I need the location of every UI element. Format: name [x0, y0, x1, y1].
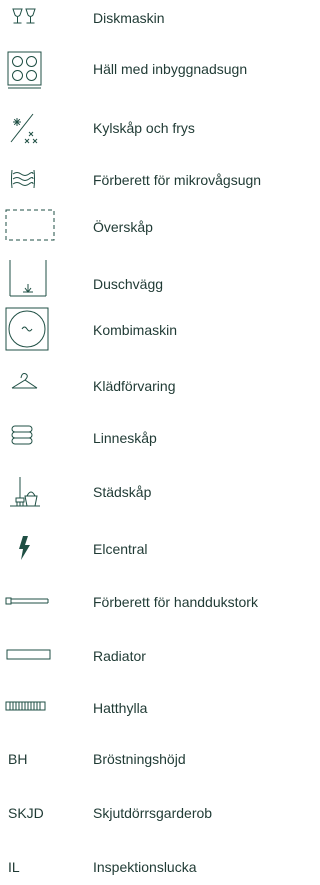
legend-item-shower-wall: Duschvägg [0, 260, 300, 298]
linen-cabinet-icon [0, 420, 60, 456]
legend-label: Häll med inbyggnadsugn [93, 61, 248, 77]
legend-item-hob: Häll med inbyggnadsugn [0, 49, 300, 89]
clothes-hanger-icon [0, 368, 60, 404]
legend-label: Inspektionslucka [93, 859, 197, 875]
radiator-icon [0, 638, 60, 674]
wall-cabinet-icon [0, 209, 60, 245]
legend-label: Kombimaskin [93, 322, 178, 338]
legend-item-clothes: Klädförvaring [0, 368, 300, 404]
legend-label: Hatthylla [93, 700, 148, 716]
legend-item-bh: BH Bröstningshöjd [0, 741, 300, 777]
dishwasher-icon [0, 0, 60, 36]
legend-label: Förberett för handdukstork [93, 594, 258, 610]
legend-item-fridge: Kylskåp och frys [0, 110, 300, 146]
abbreviation: BH [8, 751, 28, 767]
legend-label: Duschvägg [93, 276, 164, 292]
lightning-bolt-icon [0, 531, 60, 567]
legend-label: Bröstningshöjd [93, 751, 186, 767]
legend-label: Diskmaskin [93, 10, 165, 26]
shower-wall-icon [0, 260, 60, 298]
symbol-legend: Diskmaskin Häll med inbyggnadsugn Kylskå… [0, 0, 300, 879]
legend-label: Linneskåp [93, 430, 157, 446]
hob-with-extractor-icon [0, 49, 60, 89]
abbreviation: IL [8, 859, 20, 875]
legend-item-hat-shelf: Hatthylla [0, 690, 300, 726]
fridge-freezer-icon [0, 110, 60, 146]
legend-item-wall-cabinet: Överskåp [0, 209, 300, 245]
abbreviation: SKJD [8, 805, 44, 821]
legend-item-dishwasher: Diskmaskin [0, 0, 300, 36]
legend-item-cleaning: Städskåp [0, 474, 300, 510]
microwave-icon [0, 162, 60, 198]
legend-item-il: IL Inspektionslucka [0, 849, 300, 885]
legend-label: Elcentral [93, 541, 148, 557]
cleaning-cabinet-icon [0, 474, 60, 510]
legend-label: Förberett för mikrovågsugn [93, 172, 262, 188]
legend-label: Kylskåp och frys [93, 120, 195, 136]
legend-item-microwave: Förberett för mikrovågsugn [0, 162, 300, 198]
hat-shelf-icon [0, 690, 60, 726]
towel-dryer-icon [0, 584, 60, 620]
legend-item-skjd: SKJD Skjutdörrsgarderob [0, 795, 300, 831]
legend-label: Klädförvaring [93, 378, 176, 394]
washer-dryer-icon [0, 307, 60, 351]
legend-label: Skjutdörrsgarderob [93, 805, 213, 821]
legend-item-radiator: Radiator [0, 638, 300, 674]
legend-label: Städskåp [93, 484, 152, 500]
legend-label: Överskåp [93, 219, 153, 235]
legend-item-washer: Kombimaskin [0, 307, 300, 351]
legend-label: Radiator [93, 648, 146, 664]
legend-item-electrical: Elcentral [0, 531, 300, 567]
legend-item-towel-dryer: Förberett för handdukstork [0, 584, 300, 620]
legend-item-linen: Linneskåp [0, 420, 300, 456]
